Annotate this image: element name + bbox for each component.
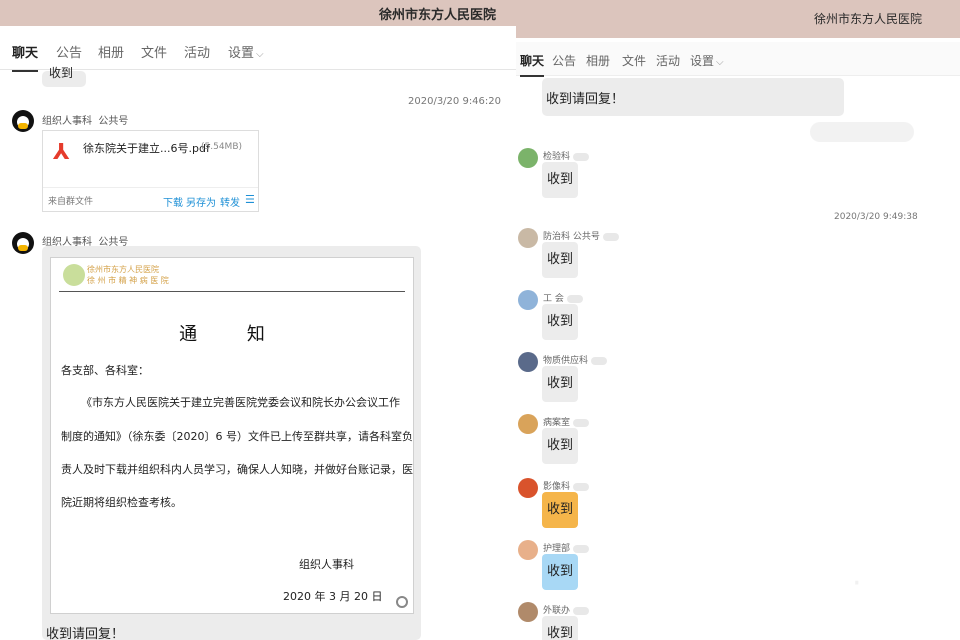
left-chat-window: 徐州市东方人民医院 聊天 公告 相册 文件 活动 设置 ⌵ 收到 2020/3/2… <box>0 0 516 640</box>
hospital-logo-icon <box>63 264 85 286</box>
message-timestamp: 2020/3/20 9:46:20 <box>408 96 502 107</box>
right-chat-window: 徐州市东方人民医院 聊天 公告 相册 文件 活动 设置 ⌵ 收到请回复！ 2020… <box>516 0 960 640</box>
sender-name: 护理部 <box>543 541 590 554</box>
sender-name: 防治科 公共号 <box>543 229 619 242</box>
message-bubble: 收到 <box>42 67 86 87</box>
blurred-text <box>573 606 590 615</box>
zoom-icon[interactable] <box>396 596 408 608</box>
notice-greeting: 各支部、各科室： <box>61 364 149 377</box>
file-card[interactable]: ⅄ 徐东院关于建立...6号.pdf (5.54MB) 来自群文件 下载 另存为… <box>42 130 259 212</box>
blurred-text <box>573 482 590 491</box>
right-tab-bar: 聊天 公告 相册 文件 活动 设置 ⌵ <box>516 42 960 77</box>
notice-signature: 组织人事科 <box>299 558 354 571</box>
reply-bubble: 收到 <box>542 492 578 528</box>
blurred-text <box>566 294 583 303</box>
reply-bubble: 收到 <box>542 162 578 198</box>
file-name: 徐东院关于建立...6号.pdf <box>83 142 210 155</box>
forward-link[interactable]: 转发 <box>220 194 240 209</box>
sender-name: 外联办 <box>543 603 590 616</box>
sender-name: 工 会 <box>543 291 583 304</box>
avatar[interactable] <box>518 540 538 560</box>
header-rule <box>59 291 405 292</box>
avatar[interactable] <box>12 232 34 254</box>
tab-activities[interactable]: 活动 <box>184 42 210 61</box>
left-title-bar: 徐州市东方人民医院 <box>0 0 516 26</box>
sender-name: 影像科 <box>543 479 590 492</box>
blurred-message <box>810 122 914 142</box>
avatar[interactable] <box>518 414 538 434</box>
avatar[interactable] <box>518 478 538 498</box>
file-source: 来自群文件 <box>48 197 94 207</box>
tab-settings-label: 设置 <box>228 46 255 61</box>
reply-bubble: 收到 <box>542 242 578 278</box>
tab-announcements[interactable]: 公告 <box>552 52 576 69</box>
reply-bubble: 收到 <box>542 366 578 402</box>
left-tab-bar: 聊天 公告 相册 文件 活动 设置 ⌵ <box>0 28 516 72</box>
watermark: · <box>852 566 882 601</box>
avatar[interactable] <box>518 602 538 622</box>
tab-settings[interactable]: 设置 ⌵ <box>690 52 724 69</box>
menu-icon[interactable]: ☰ <box>245 193 255 206</box>
message-bubble: 收到请回复！ <box>542 78 844 116</box>
composite-screenshot: 徐州市东方人民医院 聊天 公告 相册 文件 活动 设置 ⌵ 收到 2020/3/2… <box>0 0 960 640</box>
notice-title: 通 知 <box>179 324 287 345</box>
notice-body-line: 制度的通知》（徐东委〔2020〕6 号）文件已上传至群共享，请各科室负 <box>61 430 413 443</box>
blurred-text <box>602 232 619 241</box>
tab-chat[interactable]: 聊天 <box>12 42 39 72</box>
divider <box>43 187 258 188</box>
blurred-text <box>573 544 590 553</box>
sender-name: 病案室 <box>543 415 590 428</box>
avatar[interactable] <box>518 290 538 310</box>
file-size: (5.54MB) <box>201 142 243 152</box>
blurred-text <box>573 152 590 161</box>
blurred-text <box>591 356 608 365</box>
pdf-icon: ⅄ <box>53 140 70 165</box>
tab-chat[interactable]: 聊天 <box>520 52 545 77</box>
right-title-bar: 徐州市东方人民医院 <box>516 0 960 38</box>
save-as-link[interactable]: 另存为 <box>186 194 216 209</box>
sender-name: 组织人事科 公共号 <box>42 116 129 127</box>
avatar[interactable] <box>518 352 538 372</box>
notice-body-line: 《市东方人民医院关于建立完善医院党委会议和院长办公会议工作 <box>81 396 400 409</box>
notice-body-line: 院近期将组织检查考核。 <box>61 496 182 509</box>
chevron-down-icon: ⌵ <box>256 49 264 60</box>
avatar[interactable] <box>518 148 538 168</box>
tab-settings[interactable]: 设置 ⌵ <box>228 42 264 61</box>
tab-album[interactable]: 相册 <box>98 42 124 61</box>
message-timestamp: 2020/3/20 9:49:38 <box>834 212 918 222</box>
logo-text-line1: 徐州市东方人民医院 <box>87 265 159 274</box>
right-window-title: 徐州市东方人民医院 <box>814 12 923 26</box>
notice-date: 2020 年 3 月 20 日 <box>283 590 383 603</box>
sender-name: 检验科 <box>543 149 590 162</box>
tab-settings-label: 设置 <box>690 54 715 68</box>
tab-files[interactable]: 文件 <box>622 52 646 69</box>
tab-announcements[interactable]: 公告 <box>56 42 82 61</box>
reply-bubble: 收到 <box>542 304 578 340</box>
tab-album[interactable]: 相册 <box>586 52 610 69</box>
tab-files[interactable]: 文件 <box>141 42 167 61</box>
logo-text-line2: 徐 州 市 精 神 病 医 院 <box>87 276 169 285</box>
reply-bubble: 收到 <box>542 554 578 590</box>
message-text: 收到请回复！ <box>46 627 125 640</box>
reply-bubble: 收到 <box>542 616 578 640</box>
download-link[interactable]: 下载 <box>163 194 183 209</box>
notice-document-image[interactable]: 徐州市东方人民医院 徐 州 市 精 神 病 医 院 通 知 各支部、各科室： 《… <box>50 257 414 614</box>
sender-name: 物质供应科 <box>543 353 608 366</box>
notice-body-line: 责人及时下载并组织科内人员学习，确保人人知晓，并做好台账记录，医 <box>61 463 413 476</box>
left-window-title: 徐州市东方人民医院 <box>378 8 496 23</box>
chevron-down-icon: ⌵ <box>716 57 724 68</box>
blurred-text <box>573 418 590 427</box>
avatar[interactable] <box>518 228 538 248</box>
tab-activities[interactable]: 活动 <box>656 52 680 69</box>
reply-bubble: 收到 <box>542 428 578 464</box>
avatar[interactable] <box>12 110 34 132</box>
